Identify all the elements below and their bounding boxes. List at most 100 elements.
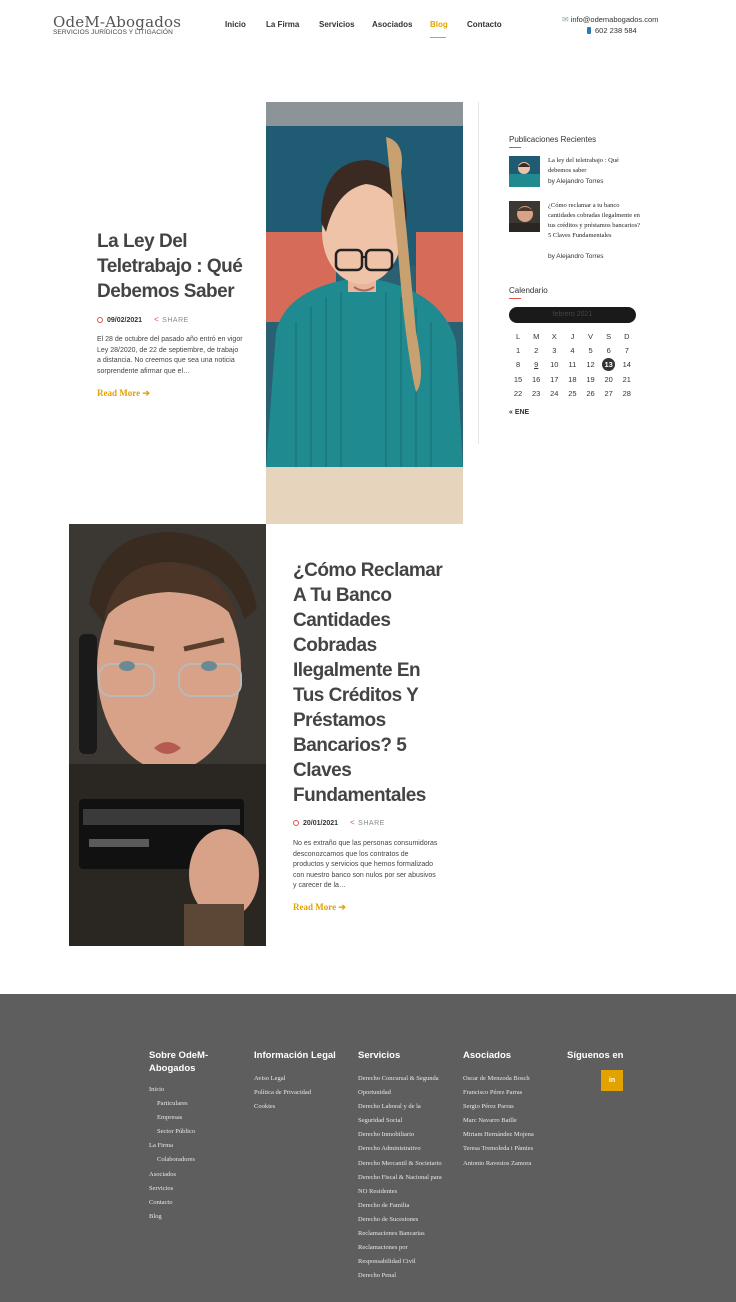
- footer-link[interactable]: Derecho Laboral y de la: [358, 1100, 442, 1114]
- header-email[interactable]: ✉ info@odemabogados.com: [562, 15, 658, 24]
- footer-link[interactable]: Sector Público: [149, 1125, 239, 1139]
- post-date: 20/01/2021: [303, 820, 339, 827]
- email-text[interactable]: info@odemabogados.com: [571, 15, 659, 24]
- footer-link[interactable]: Blog: [149, 1210, 239, 1224]
- footer-link[interactable]: Sergio Pérez Parras: [463, 1100, 534, 1114]
- footer-link[interactable]: La Firma: [149, 1139, 239, 1153]
- footer-link[interactable]: Derecho Concursal & Segunda: [358, 1072, 442, 1086]
- footer-heading: Servicios: [358, 1050, 401, 1061]
- footer-link[interactable]: Marc Navarro Batlle: [463, 1114, 534, 1128]
- recent-post-title[interactable]: ¿Cómo reclamar a tu banco cantidades cob…: [548, 201, 643, 241]
- footer-link[interactable]: Responsabilidad Civil: [358, 1255, 442, 1269]
- footer-heading: Información Legal: [254, 1050, 336, 1061]
- calendar-prev-month[interactable]: « ENE: [509, 409, 529, 416]
- man-thumbnail: [509, 201, 540, 232]
- calendar-week: 22 23 24 25 26 27 28: [509, 387, 636, 401]
- nav-contacto[interactable]: Contacto: [467, 20, 502, 29]
- footer-col-services: Servicios Derecho Concursal & Segunda Op…: [358, 1049, 442, 1283]
- recent-post-author: by Alejandro Torres: [548, 178, 604, 185]
- footer-link[interactable]: Derecho Inmobiliario: [358, 1128, 442, 1142]
- calendar-day: 25: [568, 388, 577, 398]
- footer-link[interactable]: Seguridad Social: [358, 1114, 442, 1128]
- calendar-day: 14: [622, 360, 631, 370]
- footer-link[interactable]: Derecho Administrativo: [358, 1142, 442, 1156]
- footer-link[interactable]: Reclamaciones por: [358, 1241, 442, 1255]
- calendar-day: 4: [570, 346, 575, 356]
- footer-link[interactable]: Empresas: [149, 1111, 239, 1125]
- post-excerpt: El 28 de octubre del pasado año entró en…: [97, 336, 243, 375]
- recent-post-title[interactable]: La ley del teletrabajo : Qué debemos sab…: [548, 156, 643, 176]
- clock-icon: [97, 317, 103, 323]
- calendar-grid: L M X J V S D 1 2 3 4 5 6 7 8 9 10 11 12…: [509, 330, 636, 401]
- nav-blog[interactable]: Blog: [430, 20, 448, 29]
- header-phone[interactable]: 602 238 584: [587, 26, 637, 35]
- footer-link[interactable]: Oscar de Menzoda Bosch: [463, 1072, 534, 1086]
- calendar-day: 28: [622, 388, 631, 398]
- footer-link[interactable]: Francisco Pérez Parras: [463, 1086, 534, 1100]
- footer-link[interactable]: Derecho Penal: [358, 1269, 442, 1283]
- footer-link[interactable]: Miriam Hernández Mojena: [463, 1128, 534, 1142]
- footer-link[interactable]: Contacto: [149, 1196, 239, 1210]
- post-meta: 20/01/2021 < SHARE: [293, 818, 385, 827]
- footer-link[interactable]: Particulares: [149, 1097, 239, 1111]
- share-label: SHARE: [162, 317, 189, 324]
- footer-link[interactable]: Cookies: [254, 1100, 336, 1114]
- share-button[interactable]: < SHARE: [154, 315, 189, 324]
- read-more-label: Read More: [97, 388, 141, 398]
- recent-post-thumbnail[interactable]: [509, 156, 540, 187]
- footer-link[interactable]: Asociados: [149, 1168, 239, 1182]
- footer-link[interactable]: NO Residentes: [358, 1185, 442, 1199]
- post-title[interactable]: ¿Cómo Reclamar A Tu Banco Cantidades Cob…: [293, 558, 443, 808]
- footer-link[interactable]: Aviso Legal: [254, 1072, 336, 1086]
- weekday: X: [551, 332, 557, 341]
- footer-links: Oscar de Menzoda Bosch Francisco Pérez P…: [463, 1072, 534, 1171]
- sidebar-divider: [478, 102, 479, 444]
- post-image-woman[interactable]: [266, 102, 463, 524]
- weekday: D: [624, 332, 630, 341]
- calendar-day: 15: [513, 374, 523, 384]
- recent-post-thumbnail[interactable]: [509, 201, 540, 232]
- nav-inicio[interactable]: Inicio: [225, 20, 246, 29]
- mail-icon: ✉: [562, 15, 569, 24]
- read-more-label: Read More: [293, 902, 337, 912]
- footer-link[interactable]: Inicio: [149, 1083, 239, 1097]
- nav-la-firma[interactable]: La Firma: [266, 20, 299, 29]
- post-date: 09/02/2021: [107, 317, 143, 324]
- weekday: S: [606, 332, 612, 341]
- read-more-link[interactable]: Read More ➔: [293, 902, 346, 913]
- footer-link[interactable]: Derecho de Sucesiones: [358, 1213, 442, 1227]
- calendar-day: 1: [515, 346, 521, 356]
- footer-link[interactable]: Derecho Fiscal & Nacional para: [358, 1171, 442, 1185]
- footer-link[interactable]: Antonio Ravestos Zamora: [463, 1157, 534, 1171]
- calendar-day-link[interactable]: 9: [527, 358, 545, 372]
- calendar-week: 15 16 17 18 19 20 21: [509, 373, 636, 387]
- footer-col-social: Síguenos en: [567, 1049, 623, 1062]
- calendar-day: 16: [532, 374, 541, 384]
- footer-link[interactable]: Política de Privacidad: [254, 1086, 336, 1100]
- weekday: L: [515, 332, 521, 341]
- weekday: V: [588, 332, 594, 341]
- nav-servicios[interactable]: Servicios: [319, 20, 355, 29]
- calendar-day: 10: [550, 360, 559, 370]
- calendar-day: 7: [624, 346, 629, 356]
- footer-link[interactable]: Servicios: [149, 1182, 239, 1196]
- post-image-man[interactable]: [69, 524, 266, 946]
- footer-link[interactable]: Derecho Mercantil & Societario: [358, 1157, 442, 1171]
- footer-link[interactable]: Oportunidad: [358, 1086, 442, 1100]
- nav-asociados[interactable]: Asociados: [372, 20, 412, 29]
- today-number: 13: [602, 358, 616, 372]
- footer-link[interactable]: Colaboradores: [149, 1153, 239, 1167]
- linkedin-icon[interactable]: in: [601, 1070, 623, 1091]
- phone-icon: [587, 27, 591, 34]
- calendar-week: 8 9 10 11 12 13 14: [509, 358, 636, 372]
- read-more-link[interactable]: Read More ➔: [97, 388, 150, 399]
- footer-link[interactable]: Teresa Tremoleda i Pàmies: [463, 1142, 534, 1156]
- post-title[interactable]: La Ley Del Teletrabajo : Qué Debemos Sab…: [97, 229, 257, 304]
- footer-links: Derecho Concursal & Segunda Oportunidad …: [358, 1072, 442, 1283]
- footer-link[interactable]: Derecho de Familia: [358, 1199, 442, 1213]
- phone-text[interactable]: 602 238 584: [595, 26, 637, 35]
- share-button[interactable]: < SHARE: [350, 818, 385, 827]
- calendar-day: 3: [552, 346, 557, 356]
- footer-heading: Sobre OdeM-Abogados: [149, 1050, 209, 1074]
- footer-link[interactable]: Reclamaciones Bancarias: [358, 1227, 442, 1241]
